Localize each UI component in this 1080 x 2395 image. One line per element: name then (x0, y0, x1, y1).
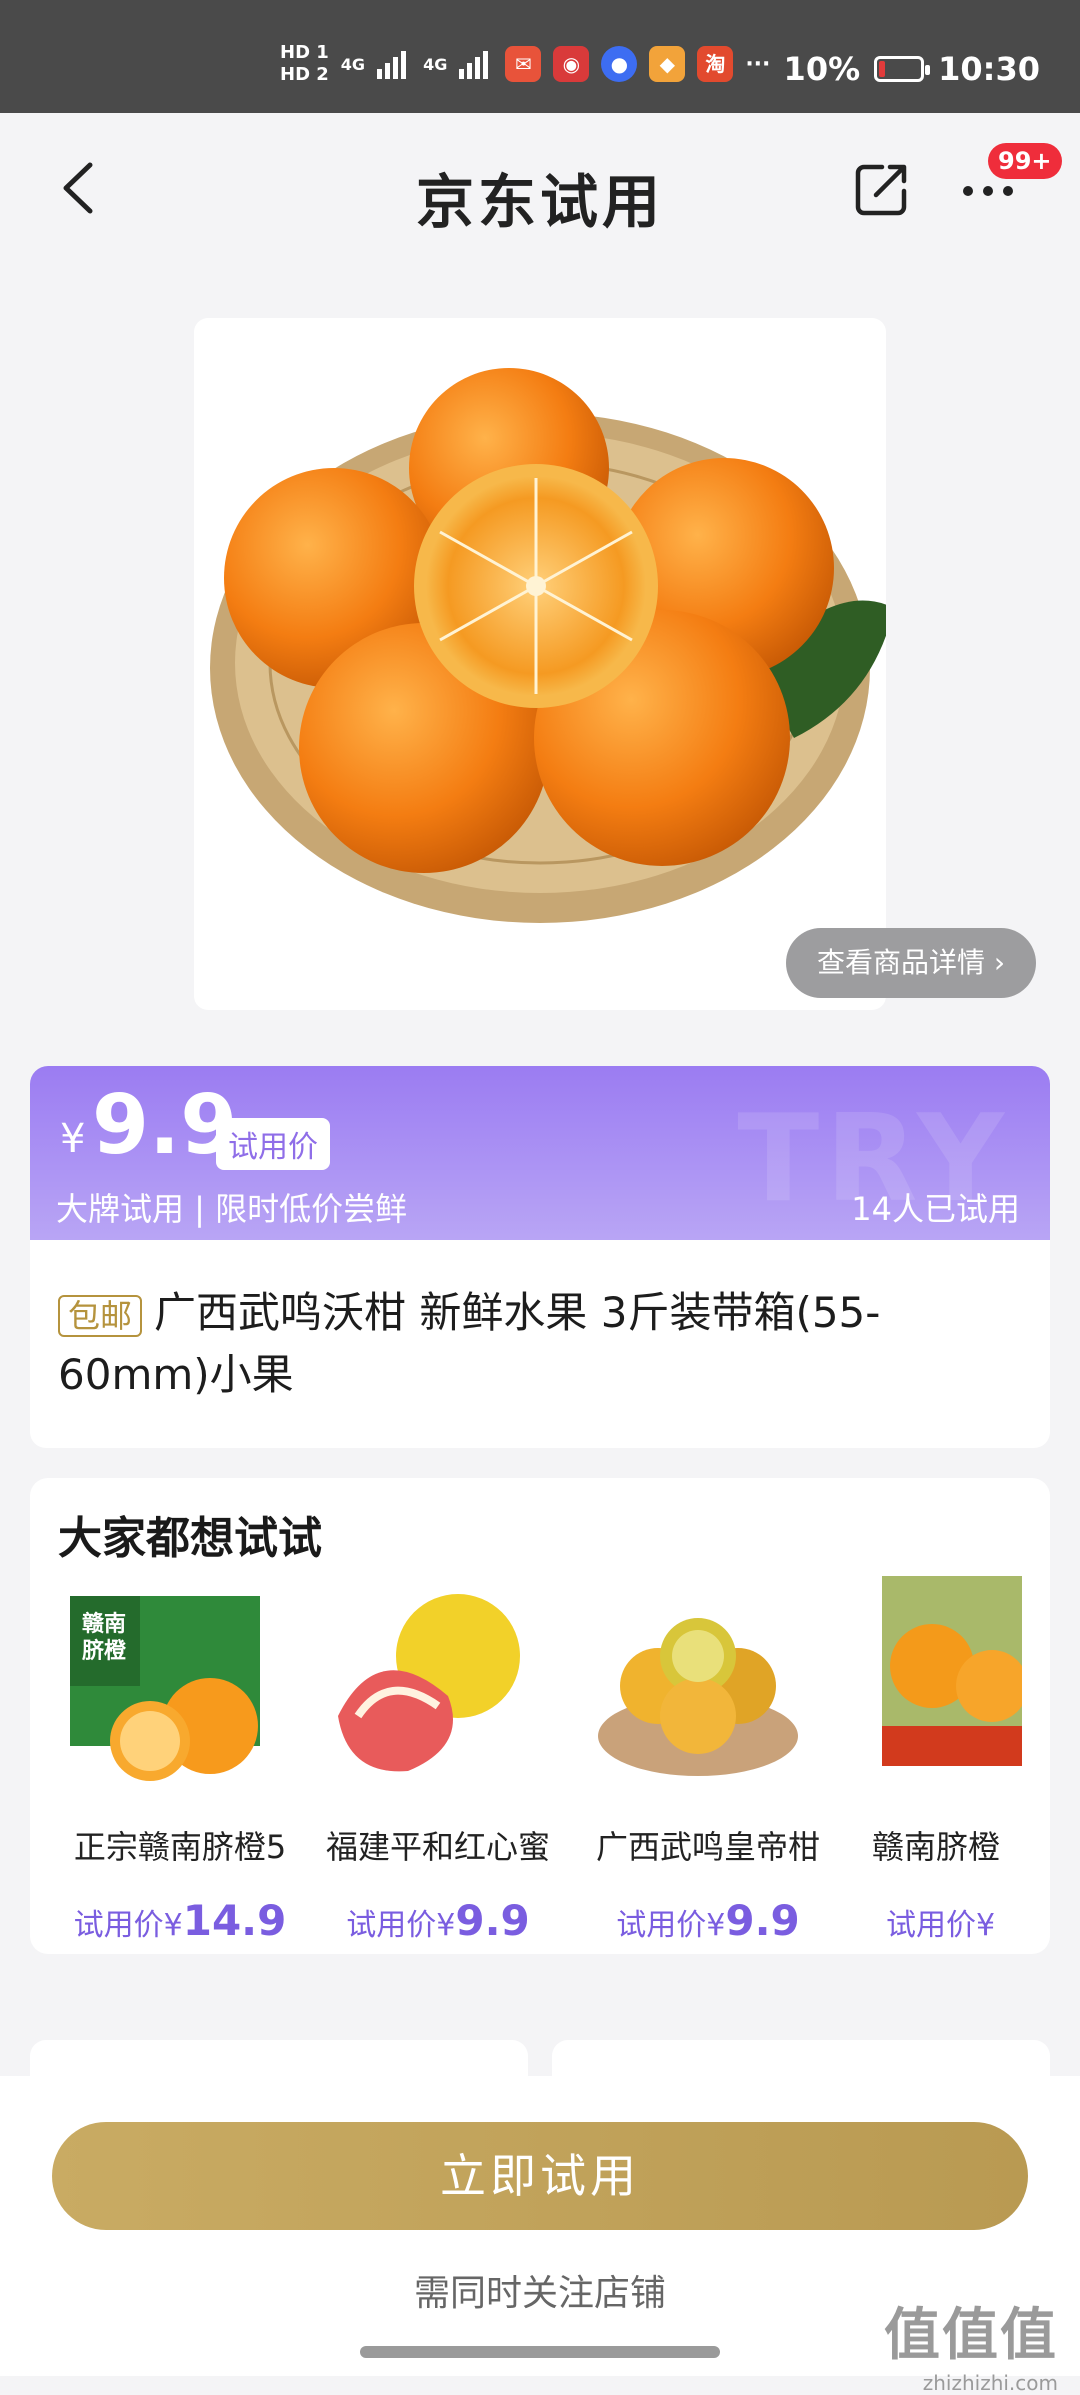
recommend-item[interactable]: 广西武鸣皇帝柑 试用价¥9.9 (588, 1576, 828, 1945)
status-icons: HD 1 HD 2 4G 4G ✉ ◉ ● ◆ 淘 ··· (280, 42, 770, 86)
taobao-icon: 淘 (697, 46, 734, 82)
clock: 10:30 (938, 50, 1040, 88)
recommend-item-price: 试用价¥9.9 (616, 1896, 800, 1945)
status-bar: HD 1 HD 2 4G 4G ✉ ◉ ● ◆ 淘 ··· 10% 10:30 (0, 0, 1080, 113)
app-notification-icon: ✉ (505, 46, 542, 82)
orange-basket-image (210, 368, 886, 923)
svg-text:赣南: 赣南 (82, 1611, 126, 1637)
price-slogan: 大牌试用 | 限时低价尝鲜 (56, 1190, 408, 1228)
tried-count: 14人已试用 (851, 1190, 1020, 1228)
battery-percent: 10% (783, 50, 861, 88)
try-now-button[interactable]: 立即试用 (52, 2122, 1028, 2230)
app-notification-icon: ● (601, 46, 638, 82)
product-title: 广西武鸣沃柑 新鲜水果 3斤装带箱(55-60mm)小果 (58, 1288, 881, 1399)
currency-symbol: ¥ (60, 1116, 86, 1162)
network1-label: 4G (340, 54, 366, 74)
navel-orange-box-image: 赣南 脐橙 (70, 1596, 260, 1781)
hd2-label: HD 2 (280, 64, 329, 85)
recommend-section: 大家都想试试 赣南 脐橙 正宗赣南脐橙5 试用价¥14.9 福建平和红心蜜 试用… (30, 1478, 1050, 1954)
price-banner: TRY ¥ 9.9 试用价 大牌试用 | 限时低价尝鲜 14人已试用 (30, 1066, 1050, 1244)
recommend-item-name: 赣南脐橙 (872, 1828, 1001, 1866)
bottom-bar: 立即试用 需同时关注店铺 值值值 zhizhizhi.com (0, 2076, 1080, 2395)
page-title: 京东试用 (415, 168, 664, 236)
more-notifications-icon: ··· (745, 51, 771, 77)
product-image[interactable] (194, 318, 886, 1010)
recommend-title: 大家都想试试 (58, 1513, 322, 1564)
status-right: 10% 10:30 (784, 50, 1040, 88)
view-detail-button[interactable]: 查看商品详情 › (786, 928, 1036, 998)
pomelo-image (338, 1594, 520, 1772)
price-tag: 试用价 (216, 1118, 330, 1170)
recommend-item[interactable]: 赣南 脐橙 正宗赣南脐橙5 试用价¥14.9 (60, 1576, 300, 1945)
product-title-card: 包邮 广西武鸣沃柑 新鲜水果 3斤装带箱(55-60mm)小果 (30, 1240, 1050, 1448)
recommend-item-price: 试用价¥9.9 (346, 1896, 530, 1945)
recommend-item[interactable]: 赣南脐橙 试用价¥ (866, 1576, 1050, 1945)
battery-icon (874, 56, 931, 82)
recommend-item[interactable]: 福建平和红心蜜 试用价¥9.9 (318, 1576, 558, 1945)
free-shipping-badge: 包邮 (58, 1294, 143, 1337)
network2-label: 4G (423, 54, 448, 74)
mandarin-plate-image (598, 1618, 798, 1776)
signal-icon (459, 51, 489, 79)
recommend-item-name: 福建平和红心蜜 (325, 1828, 550, 1866)
recommend-item-price: 试用价¥ (886, 1908, 996, 1943)
hd-indicators: HD 1 HD 2 (280, 42, 329, 86)
recommend-item-name: 正宗赣南脐橙5 (73, 1828, 287, 1866)
recommend-item-price: 试用价¥14.9 (73, 1896, 287, 1945)
app-notification-icon: ◆ (649, 46, 686, 82)
product-title-block: 包邮 广西武鸣沃柑 新鲜水果 3斤装带箱(55-60mm)小果 (58, 1282, 1018, 1406)
app-notification-icon: ◉ (553, 46, 590, 82)
svg-text:脐橙: 脐橙 (82, 1638, 127, 1664)
hd1-label: HD 1 (280, 42, 329, 63)
home-indicator[interactable] (360, 2346, 720, 2358)
signal-icon (377, 51, 407, 79)
recommend-item-name: 广西武鸣皇帝柑 (595, 1828, 820, 1866)
orange-tree-image (882, 1576, 1028, 1766)
share-icon[interactable] (852, 159, 912, 219)
site-watermark: 值值值 zhizhizhi.com (884, 2303, 1058, 2395)
nav-bar: 京东试用 99+ (0, 113, 1080, 263)
message-badge: 99+ (988, 143, 1062, 179)
